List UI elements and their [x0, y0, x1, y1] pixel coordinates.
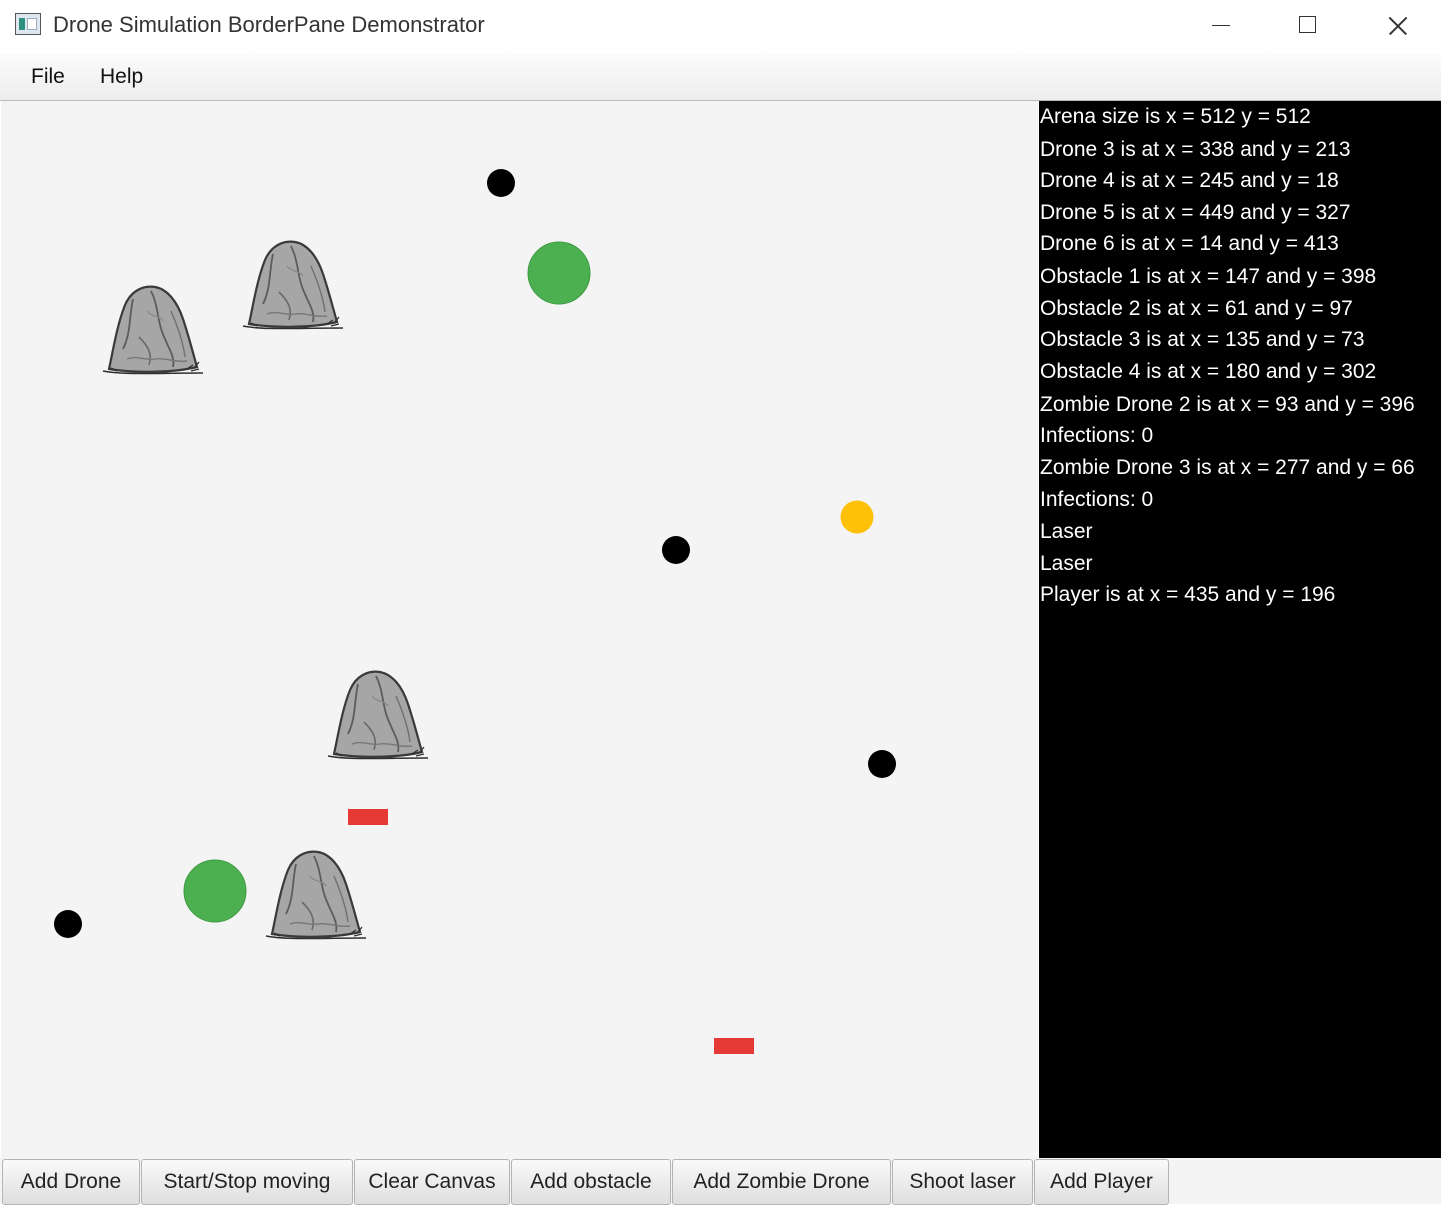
title-bar: Drone Simulation BorderPane Demonstrator [0, 0, 1441, 53]
arena-svg [54, 169, 896, 1054]
info-line: Drone 3 is at x = 338 and y = 213 [1040, 138, 1351, 161]
laser [714, 1038, 754, 1054]
start-stop-button[interactable]: Start/Stop moving [141, 1159, 353, 1205]
java-app-icon[interactable] [15, 13, 41, 35]
close-icon[interactable] [1352, 0, 1440, 53]
clear-canvas-button[interactable]: Clear Canvas [354, 1159, 510, 1205]
menu-bar: File Help [0, 53, 1441, 101]
info-line: Arena size is x = 512 y = 512 [1040, 105, 1311, 128]
info-line: Obstacle 2 is at x = 61 and y = 97 [1040, 297, 1353, 320]
drone [662, 536, 690, 564]
obstacle-rock [101, 285, 205, 375]
drone [487, 169, 515, 197]
obstacle-rock [241, 240, 345, 330]
info-line: Drone 5 is at x = 449 and y = 327 [1040, 201, 1351, 224]
menu-help[interactable]: Help [100, 65, 143, 89]
laser [348, 809, 388, 825]
info-line: Drone 6 is at x = 14 and y = 413 [1040, 232, 1339, 255]
add-drone-button[interactable]: Add Drone [2, 1159, 140, 1205]
add-player-button[interactable]: Add Player [1034, 1159, 1169, 1205]
drone [54, 910, 82, 938]
info-line: Player is at x = 435 and y = 196 [1040, 583, 1336, 606]
add-zombie-drone-button[interactable]: Add Zombie Drone [672, 1159, 891, 1205]
info-line: Obstacle 1 is at x = 147 and y = 398 [1040, 265, 1377, 288]
minimize-icon[interactable] [1177, 0, 1265, 53]
zombie-drone [527, 241, 591, 305]
zombie-drone [183, 859, 247, 923]
obstacle-rock [264, 850, 368, 940]
player [840, 500, 874, 534]
shoot-laser-button[interactable]: Shoot laser [892, 1159, 1033, 1205]
drone [868, 750, 896, 778]
arena-canvas[interactable] [1, 101, 1038, 1158]
info-line: Drone 4 is at x = 245 and y = 18 [1040, 169, 1339, 192]
info-line: Zombie Drone 2 is at x = 93 and y = 396 [1040, 393, 1415, 416]
add-obstacle-button[interactable]: Add obstacle [511, 1159, 671, 1205]
info-panel: Arena size is x = 512 y = 512 Drone 3 is… [1039, 101, 1441, 1158]
info-line: Infections: 0 [1040, 488, 1154, 511]
maximize-icon[interactable] [1264, 0, 1352, 53]
info-line: Obstacle 3 is at x = 135 and y = 73 [1040, 328, 1365, 351]
obstacle-rock [326, 670, 430, 760]
window-title: Drone Simulation BorderPane Demonstrator [53, 12, 485, 37]
info-line: Zombie Drone 3 is at x = 277 and y = 66 [1040, 456, 1415, 479]
info-line: Infections: 0 [1040, 424, 1154, 447]
info-line: Obstacle 4 is at x = 180 and y = 302 [1040, 360, 1377, 383]
info-line: Laser [1040, 552, 1093, 575]
info-line: Laser [1040, 520, 1093, 543]
menu-file[interactable]: File [31, 65, 65, 89]
button-bar: Add Drone Start/Stop moving Clear Canvas… [0, 1158, 1441, 1205]
